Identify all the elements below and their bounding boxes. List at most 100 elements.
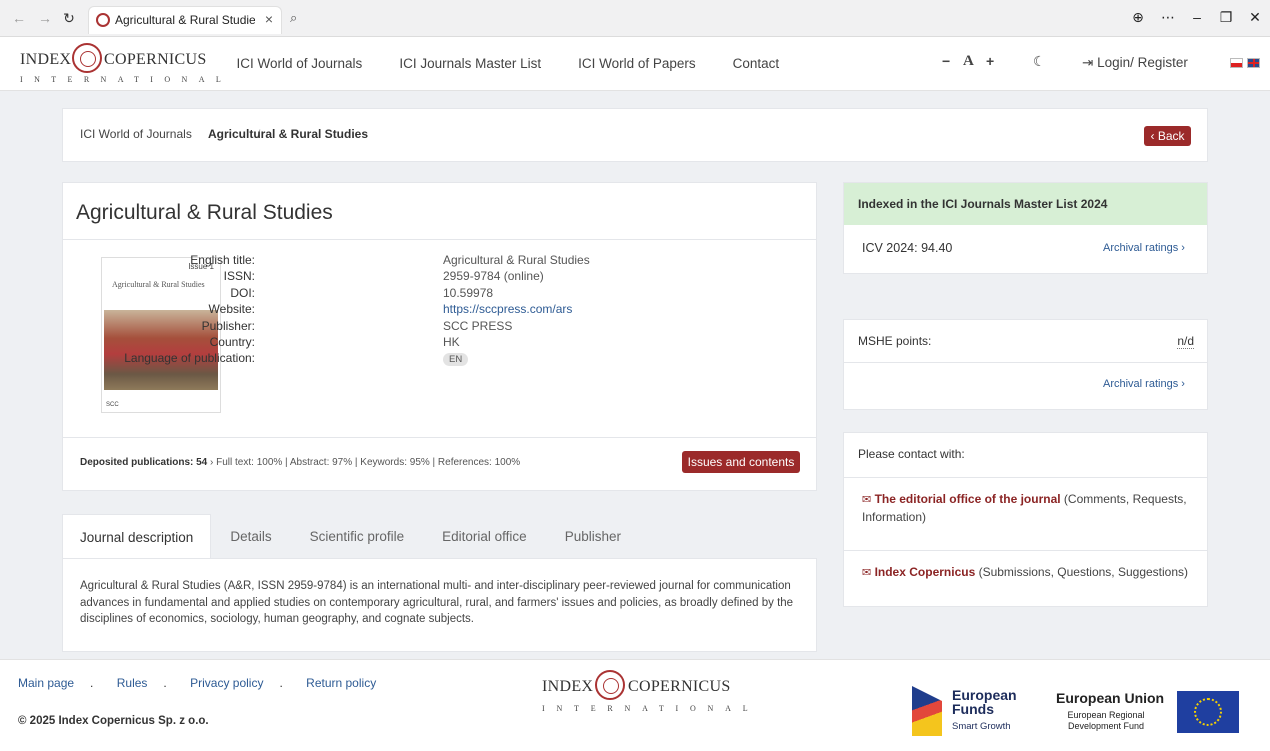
logo-word-right: COPERNICUS <box>104 51 207 68</box>
nav-contact[interactable]: Contact <box>714 37 798 91</box>
journal-tabs: Journal description Details Scientific p… <box>62 514 640 559</box>
refresh-icon[interactable]: ↻ <box>60 9 78 27</box>
close-icon[interactable]: × <box>265 11 273 27</box>
back-icon[interactable]: ← <box>10 9 28 27</box>
contact-ic-link[interactable]: Index Copernicus <box>875 565 976 579</box>
footer-link-return[interactable]: Return policy <box>306 676 376 690</box>
nav-world-of-journals[interactable]: ICI World of Journals <box>218 37 381 91</box>
tab-publisher[interactable]: Publisher <box>546 514 640 559</box>
contact-editorial-office[interactable]: ✉ The editorial office of the journal (C… <box>862 491 1197 525</box>
polish-flag-icon[interactable] <box>1230 58 1243 68</box>
issues-and-contents-button[interactable]: Issues and contents <box>682 451 800 473</box>
chevron-right-icon: › <box>1181 378 1185 390</box>
tab-details[interactable]: Details <box>211 514 290 559</box>
nav-world-of-papers[interactable]: ICI World of Papers <box>560 37 715 91</box>
font-decrease-icon[interactable]: − <box>942 53 950 69</box>
european-union-logo: European Union European Regional Develop… <box>1052 688 1242 738</box>
meta-value: HK <box>443 334 460 349</box>
footer-links: Main page. Rules. Privacy policy. Return… <box>18 676 377 690</box>
meta-value: 10.59978 <box>443 285 494 300</box>
contact-index-copernicus[interactable]: ✉ Index Copernicus (Submissions, Questio… <box>862 564 1197 582</box>
globe-icon[interactable]: ⊕ <box>1129 9 1147 26</box>
european-funds-logo: European Funds Smart Growth <box>910 684 1025 738</box>
browser-tab[interactable]: Agricultural & Rural Studies × <box>88 6 282 34</box>
meta-key: Website: <box>208 302 255 317</box>
meta-key: English title: <box>190 253 255 267</box>
logo-emblem-icon <box>72 43 102 73</box>
contact-heading: Please contact with: <box>858 447 965 461</box>
contact-editorial-link[interactable]: The editorial office of the journal <box>875 492 1061 506</box>
archival-ratings-link[interactable]: Archival ratings › <box>1103 378 1185 390</box>
deposited-publications[interactable]: Deposited publications: 54 <box>80 457 207 468</box>
archival-ratings-link[interactable]: Archival ratings › <box>1103 242 1185 254</box>
language-badge: EN <box>443 353 469 367</box>
journal-title: Agricultural & Rural Studies <box>76 201 333 224</box>
divider <box>844 477 1207 478</box>
indexed-panel: Indexed in the ICI Journals Master List … <box>843 182 1208 274</box>
journal-description: Agricultural & Rural Studies (A&R, ISSN … <box>80 580 794 625</box>
breadcrumb-parent[interactable]: ICI World of Journals <box>80 127 192 141</box>
eu-funds-subtitle: Smart Growth <box>952 721 1011 732</box>
archival-label: Archival ratings <box>1103 242 1179 254</box>
chevron-left-icon: ‹ <box>1150 129 1155 143</box>
meta-value: 2959-9784 (online) <box>443 269 544 284</box>
meta-value: EN <box>443 351 469 367</box>
mshe-panel: MSHE points: n/d Archival ratings › <box>843 319 1208 410</box>
favicon-icon <box>96 13 110 27</box>
window-close-icon[interactable]: ✕ <box>1246 9 1264 26</box>
footer-link-privacy[interactable]: Privacy policy <box>190 676 263 690</box>
divider <box>63 239 816 240</box>
meta-key: ISSN: <box>223 269 255 284</box>
logo-word-left: INDEX <box>542 678 594 695</box>
divider <box>844 550 1207 551</box>
tab-scientific-profile[interactable]: Scientific profile <box>291 514 424 559</box>
logo-subtitle: INTERNATIONAL <box>542 704 760 713</box>
font-increase-icon[interactable]: + <box>986 53 994 69</box>
footer-link-rules[interactable]: Rules <box>117 676 148 690</box>
mshe-value[interactable]: n/d <box>1177 334 1194 349</box>
divider <box>63 437 816 438</box>
meta-key: Country: <box>209 334 255 349</box>
publication-stats: Deposited publications: 54 › Full text: … <box>80 457 520 468</box>
tab-editorial-office[interactable]: Editorial office <box>423 514 546 559</box>
footer-link-main[interactable]: Main page <box>18 676 74 690</box>
contact-ic-note: (Submissions, Questions, Suggestions) <box>975 565 1189 579</box>
copyright: © 2025 Index Copernicus Sp. z o.o. <box>18 715 209 727</box>
english-flag-icon[interactable] <box>1247 58 1260 68</box>
more-icon[interactable]: ⋯ <box>1159 9 1177 26</box>
envelope-icon: ✉ <box>862 567 872 579</box>
footer-logo: INDEX COPERNICUS INTERNATIONAL <box>540 670 748 716</box>
meta-value: Agricultural & Rural Studies <box>443 253 590 267</box>
eu-flag-icon <box>1177 691 1239 733</box>
login-button[interactable]: ⇥ Login/ Register <box>1082 55 1188 71</box>
logo-word-right: COPERNICUS <box>628 678 731 695</box>
tab-journal-description[interactable]: Journal description <box>62 514 212 559</box>
back-button[interactable]: ‹ Back <box>1144 126 1191 146</box>
mshe-label: MSHE points: <box>858 334 932 348</box>
breadcrumb: ICI World of Journals / Agricultural & R… <box>62 108 1208 162</box>
eu-stars-icon <box>1194 698 1222 726</box>
restore-icon[interactable]: ❐ <box>1217 9 1235 26</box>
font-size-icon[interactable]: A <box>963 53 974 70</box>
eu-union-title: European Union <box>1056 690 1165 706</box>
logo-emblem-icon <box>595 670 625 700</box>
logo-subtitle: INTERNATIONAL <box>20 75 233 84</box>
website-link[interactable]: https://sccpress.com/ars <box>443 302 572 316</box>
nav-journals-master-list[interactable]: ICI Journals Master List <box>381 37 560 91</box>
site-header: INDEX COPERNICUS INTERNATIONAL ICI World… <box>0 37 1270 91</box>
minimize-icon[interactable]: – <box>1188 9 1206 25</box>
site-logo[interactable]: INDEX COPERNICUS INTERNATIONAL <box>18 43 221 85</box>
meta-value: SCC PRESS <box>443 318 513 333</box>
indexed-heading: Indexed in the ICI Journals Master List … <box>844 183 1207 225</box>
dark-mode-icon[interactable]: ☾ <box>1033 53 1046 70</box>
forward-icon[interactable]: → <box>36 9 54 27</box>
logo-word-left: INDEX <box>20 51 72 68</box>
envelope-icon: ✉ <box>862 494 872 506</box>
contact-panel: Please contact with: ✉ The editorial off… <box>843 432 1208 607</box>
site-footer: Main page. Rules. Privacy policy. Return… <box>0 659 1270 751</box>
description-panel: Agricultural & Rural Studies (A&R, ISSN … <box>62 558 817 652</box>
login-icon: ⇥ <box>1082 55 1094 70</box>
search-icon[interactable]: ⌕ <box>290 10 297 26</box>
eu-funds-mark-icon <box>912 686 942 736</box>
chevron-right-icon: › <box>1181 242 1185 254</box>
